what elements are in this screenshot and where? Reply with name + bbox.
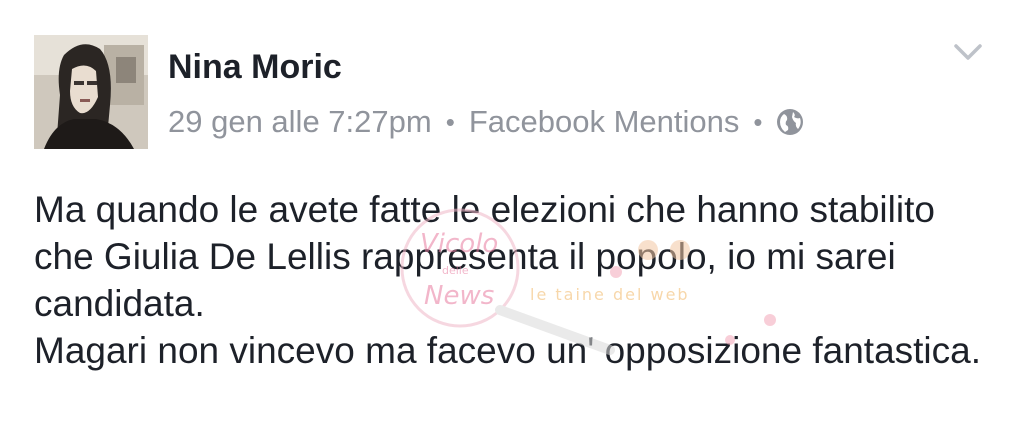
- chevron-down-icon[interactable]: [950, 38, 986, 66]
- author-avatar[interactable]: [34, 35, 148, 149]
- facebook-post: Nina Moric 29 gen alle 7:27pm • Facebook…: [0, 0, 1024, 438]
- post-meta: 29 gen alle 7:27pm • Facebook Mentions •: [168, 102, 804, 142]
- author-name[interactable]: Nina Moric: [168, 46, 342, 88]
- avatar-photo: [34, 35, 148, 149]
- post-body: Ma quando le avete fatte le elezioni che…: [34, 186, 994, 374]
- meta-separator: •: [445, 106, 455, 137]
- post-paragraph: Magari non vincevo ma facevo un' opposiz…: [34, 330, 982, 371]
- meta-separator: •: [753, 106, 763, 137]
- post-timestamp[interactable]: 29 gen alle 7:27pm: [168, 104, 432, 140]
- globe-icon[interactable]: [776, 108, 804, 136]
- post-paragraph: Ma quando le avete fatte le elezioni che…: [34, 189, 935, 324]
- post-source[interactable]: Facebook Mentions: [469, 104, 740, 140]
